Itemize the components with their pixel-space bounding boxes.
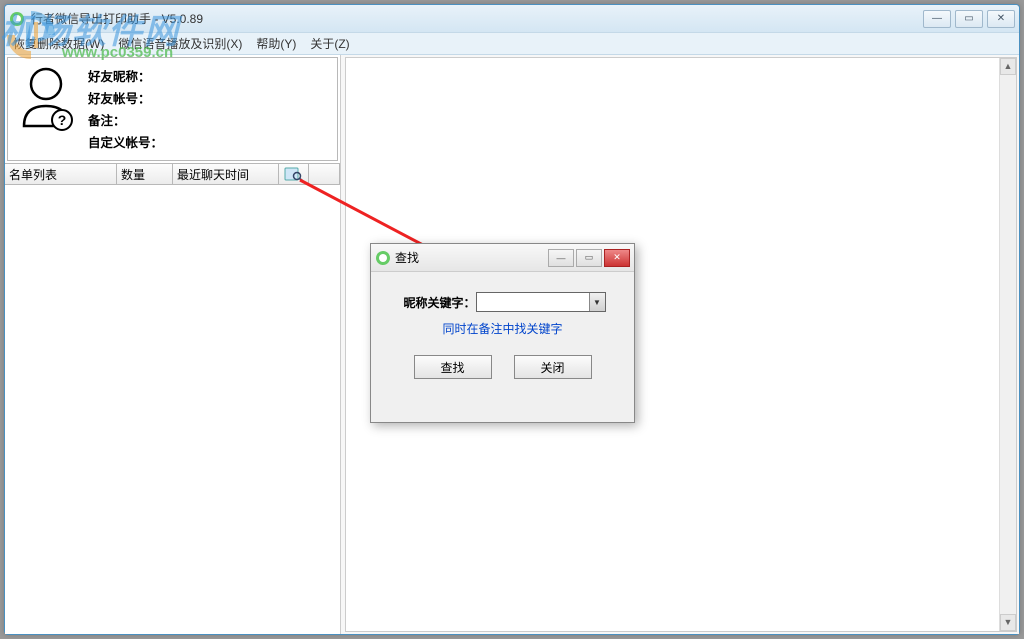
col-header-name[interactable]: 名单列表 — [5, 164, 117, 184]
dialog-minimize-button[interactable]: — — [548, 249, 574, 267]
dialog-close-button[interactable]: ✕ — [604, 249, 630, 267]
table-header: 名单列表 数量 最近聊天时间 — [5, 163, 340, 185]
window-controls: — ▭ ✕ — [923, 10, 1015, 28]
col-header-spacer — [309, 164, 340, 184]
dialog-app-icon — [375, 250, 391, 266]
minimize-button[interactable]: — — [923, 10, 951, 28]
titlebar: 行者微信导出打印助手 - V5.0.89 — ▭ ✕ — [5, 5, 1019, 33]
friend-info-box: ? 好友昵称： 好友帐号： 备注： 自定义帐号： — [7, 57, 338, 161]
scroll-up-icon[interactable]: ▲ — [1000, 58, 1016, 75]
close-button[interactable]: ✕ — [987, 10, 1015, 28]
scrollbar-track[interactable] — [1000, 75, 1016, 614]
keyword-label: 昵称关键字： — [400, 294, 476, 311]
close-button[interactable]: 关闭 — [514, 355, 592, 379]
col-header-qty[interactable]: 数量 — [117, 164, 173, 184]
search-dialog: 查找 — ▭ ✕ 昵称关键字： ▼ 同时在备注中找关键字 查找 关闭 — [370, 243, 635, 423]
menu-restore[interactable]: 恢复删除数据(W) — [13, 35, 104, 52]
chevron-down-icon[interactable]: ▼ — [589, 293, 605, 311]
menu-about[interactable]: 关于(Z) — [310, 35, 349, 52]
dialog-body: 昵称关键字： ▼ 同时在备注中找关键字 查找 关闭 — [371, 272, 634, 422]
dialog-titlebar: 查找 — ▭ ✕ — [371, 244, 634, 272]
custom-label: 自定义帐号： — [88, 136, 163, 150]
dialog-title: 查找 — [395, 249, 548, 266]
keyword-input[interactable] — [477, 293, 589, 311]
search-icon — [284, 167, 304, 181]
search-remark-link[interactable]: 同时在备注中找关键字 — [442, 320, 562, 337]
avatar-icon: ? — [16, 64, 76, 134]
dialog-maximize-button[interactable]: ▭ — [576, 249, 602, 267]
table-body[interactable] — [5, 185, 340, 634]
maximize-button[interactable]: ▭ — [955, 10, 983, 28]
menu-help[interactable]: 帮助(Y) — [256, 35, 296, 52]
remark-label: 备注： — [88, 114, 126, 128]
col-header-search-button[interactable] — [279, 164, 309, 184]
account-label: 好友帐号： — [88, 92, 151, 106]
col-header-time[interactable]: 最近聊天时间 — [173, 164, 279, 184]
dialog-controls: — ▭ ✕ — [548, 249, 630, 267]
app-icon — [9, 11, 25, 27]
dialog-buttons: 查找 关闭 — [414, 355, 592, 379]
scroll-down-icon[interactable]: ▼ — [1000, 614, 1016, 631]
menu-voice[interactable]: 微信语音播放及识别(X) — [118, 35, 242, 52]
search-button[interactable]: 查找 — [414, 355, 492, 379]
left-panel: ? 好友昵称： 好友帐号： 备注： 自定义帐号： 名单列表 数量 最近聊天时间 — [5, 55, 341, 634]
svg-text:?: ? — [58, 112, 67, 128]
friend-info-lines: 好友昵称： 好友帐号： 备注： 自定义帐号： — [88, 64, 329, 154]
vertical-scrollbar[interactable]: ▲ ▼ — [999, 58, 1016, 631]
window-title: 行者微信导出打印助手 - V5.0.89 — [31, 10, 923, 27]
keyword-combobox[interactable]: ▼ — [476, 292, 606, 312]
nickname-label: 好友昵称： — [88, 70, 151, 84]
keyword-row: 昵称关键字： ▼ — [400, 292, 606, 312]
menubar: 恢复删除数据(W) 微信语音播放及识别(X) 帮助(Y) 关于(Z) — [5, 33, 1019, 55]
